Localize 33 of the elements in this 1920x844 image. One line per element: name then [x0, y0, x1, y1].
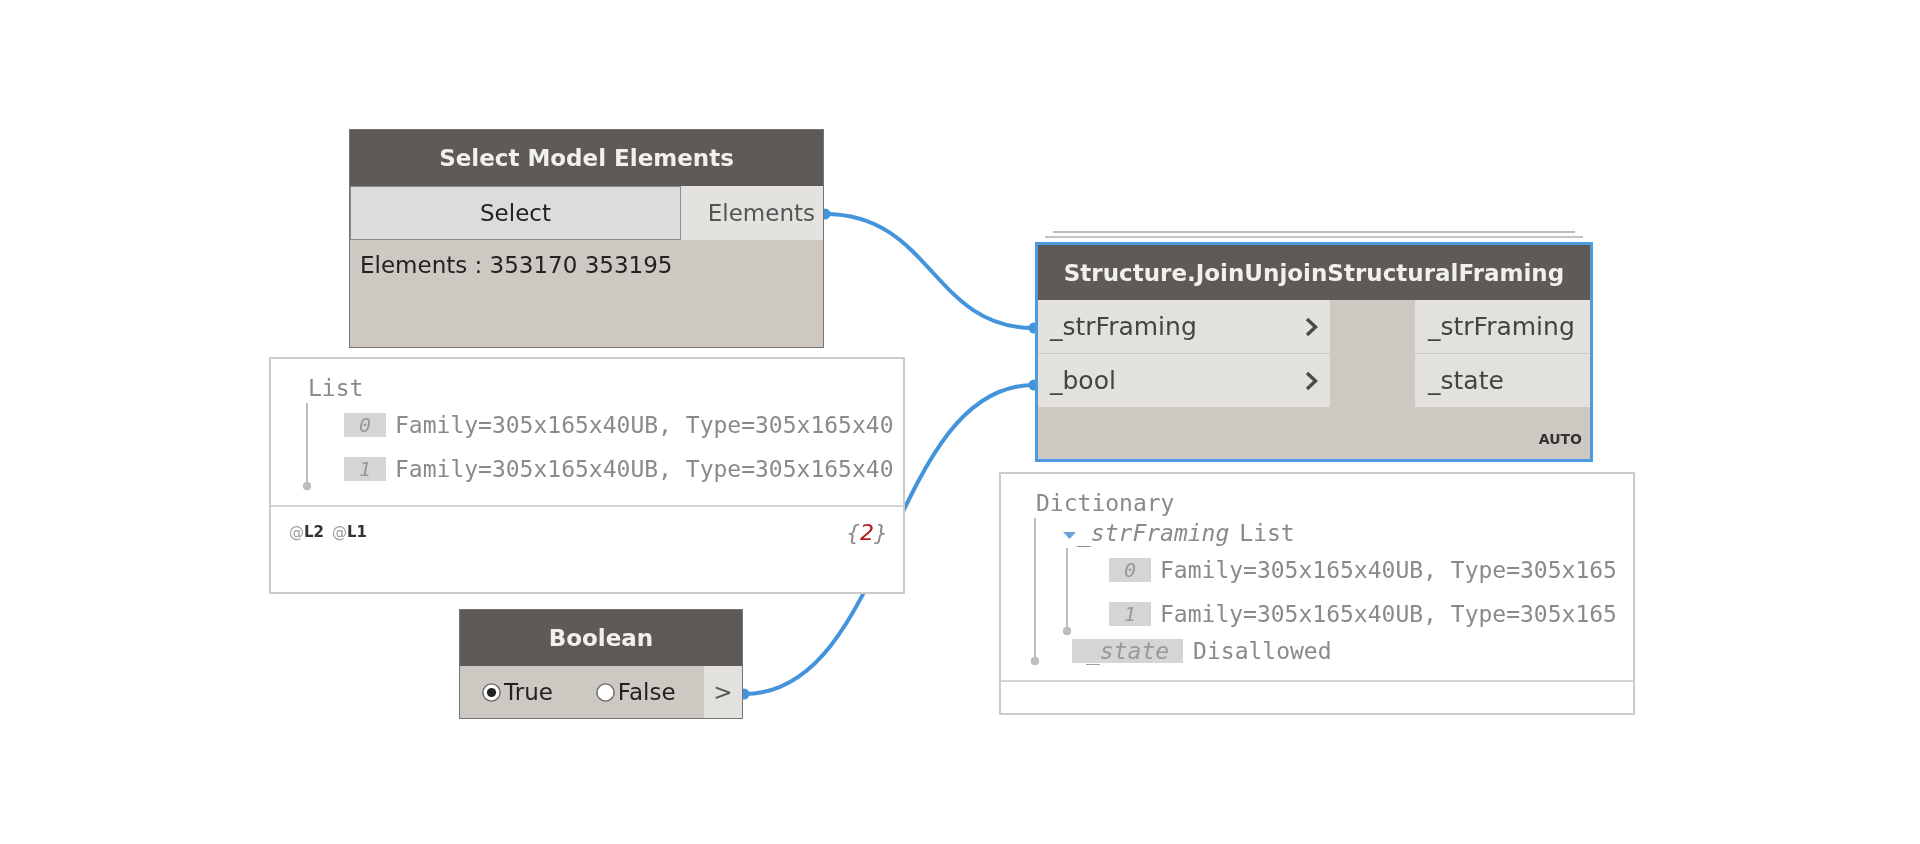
- node-header: Boolean: [460, 610, 742, 666]
- list-level-label: @L1: [332, 523, 367, 541]
- item-value: Family=305x165x40UB, Type=305x165x40: [395, 456, 894, 482]
- dictionary-key: _strFraming: [1077, 520, 1230, 546]
- tree-root-label: List: [308, 374, 365, 403]
- select-button[interactable]: Select: [350, 186, 681, 240]
- node-header: Select Model Elements: [350, 130, 823, 186]
- input-port[interactable]: _bool: [1038, 354, 1330, 407]
- tree-root-label: Dictionary: [1036, 489, 1176, 518]
- lacing-label: AUTO: [1538, 431, 1582, 447]
- output-port[interactable]: _state: [1415, 354, 1590, 407]
- item-index: 0: [1109, 558, 1151, 582]
- radio-option[interactable]: False: [595, 679, 676, 705]
- value-type: List: [1239, 520, 1295, 546]
- item-value: Disallowed: [1193, 638, 1332, 664]
- node-header: Structure.JoinUnjoinStructuralFraming: [1038, 245, 1590, 300]
- item-value: Family=305x165x40UB, Type=305x165x40: [395, 412, 894, 438]
- list-level-label: @L2: [289, 523, 324, 541]
- chevron-right-icon: [1305, 370, 1318, 391]
- item-count: {2}: [846, 519, 888, 545]
- node-summary-text: Elements : 353170 353195: [359, 251, 674, 280]
- output-port[interactable]: _strFraming: [1415, 300, 1590, 354]
- item-value: Family=305x165x40UB, Type=305x165: [1160, 601, 1617, 627]
- item-index: 0: [344, 413, 386, 437]
- radio-option[interactable]: True: [482, 679, 553, 705]
- dictionary-key: _state: [1072, 639, 1184, 663]
- item-value: Family=305x165x40UB, Type=305x165: [1160, 557, 1617, 583]
- chevron-right-icon: [1305, 316, 1318, 337]
- item-index: 1: [1109, 602, 1151, 626]
- output-port[interactable]: >: [704, 666, 742, 718]
- output-port[interactable]: Elements: [681, 186, 823, 240]
- item-index: 1: [344, 457, 386, 481]
- input-port[interactable]: _strFraming: [1038, 300, 1330, 354]
